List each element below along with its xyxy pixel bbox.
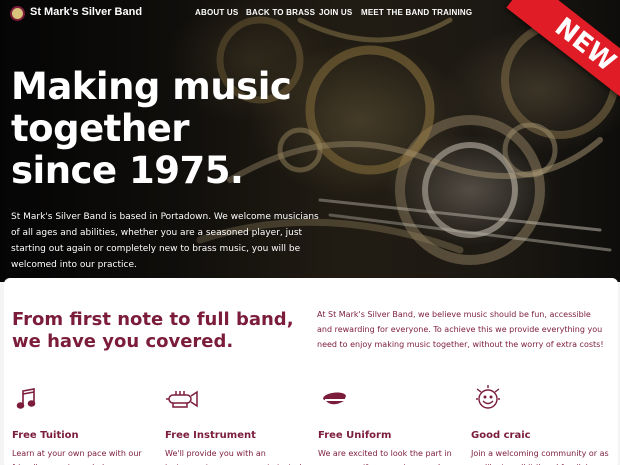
nav-back-to-brass[interactable]: BACK TO BRASS bbox=[246, 8, 315, 17]
section-title: From first note to full band, we have yo… bbox=[12, 309, 294, 352]
brand-name[interactable]: St Mark's Silver Band bbox=[30, 6, 142, 18]
music-note-icon bbox=[16, 387, 38, 415]
nav-join-us[interactable]: JOIN US bbox=[319, 8, 352, 17]
feature-title: Free Tuition bbox=[12, 430, 79, 441]
feature-title: Free Uniform bbox=[318, 430, 392, 441]
cornet-icon bbox=[165, 387, 199, 415]
band-logo-icon[interactable] bbox=[10, 6, 25, 21]
section-description: At St Mark's Silver Band, we believe mus… bbox=[317, 310, 604, 349]
nav-training[interactable]: TRAINING bbox=[432, 8, 472, 17]
hero-headline-line: Making music bbox=[11, 65, 292, 108]
hero-headline-line: together bbox=[11, 107, 190, 150]
feature-text: Join a welcoming community or as we like… bbox=[471, 449, 609, 465]
smile-icon bbox=[473, 383, 503, 417]
feature-text: We'll provide you with an instrument so … bbox=[165, 449, 302, 465]
hero-lead-text: St Mark's Silver Band is based in Portad… bbox=[11, 212, 319, 270]
feature-text: We are excited to look the part in our n… bbox=[318, 449, 452, 465]
nav-meet-the-band[interactable]: MEET THE BAND bbox=[361, 8, 429, 17]
hero-headline-line: since 1975. bbox=[11, 149, 244, 192]
new-ribbon-label: NEW bbox=[506, 0, 620, 110]
feature-title: Good craic bbox=[471, 430, 531, 441]
hero-headline: Making music together since 1975. bbox=[11, 65, 292, 192]
new-ribbon: NEW bbox=[480, 0, 620, 110]
feature-title: Free Instrument bbox=[165, 430, 256, 441]
feature-text: Learn at your own pace with our friendly… bbox=[12, 449, 142, 465]
band-cap-icon bbox=[320, 387, 348, 415]
nav-about-us[interactable]: ABOUT US bbox=[195, 8, 238, 17]
